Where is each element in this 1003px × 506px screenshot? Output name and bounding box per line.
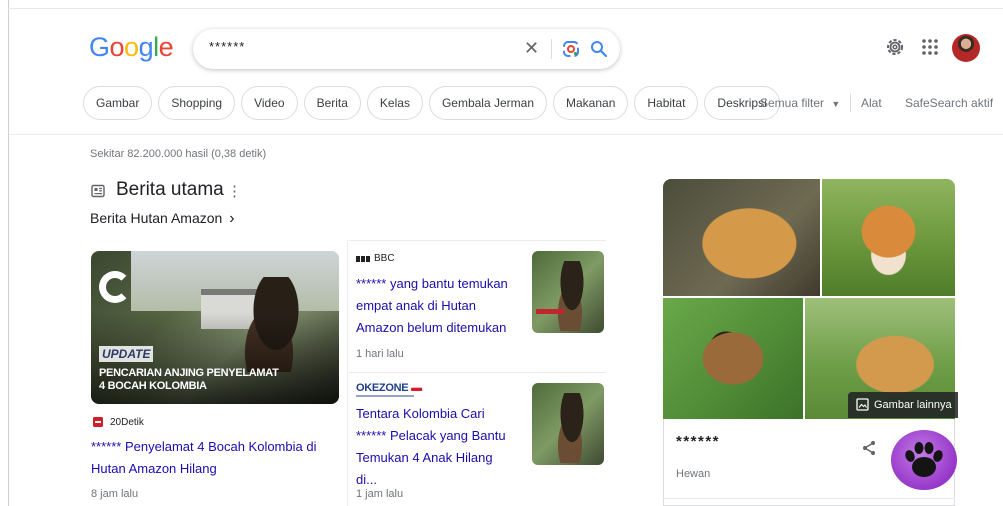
side-story-1-source: BBC: [374, 253, 395, 264]
knowledge-panel-title: ******: [676, 433, 721, 450]
story-divider-middle: [349, 372, 606, 373]
search-icon[interactable]: [589, 39, 609, 59]
main-story-time: 8 jam lalu: [91, 488, 139, 500]
kp-image-1[interactable]: [663, 179, 820, 296]
chip-kelas[interactable]: Kelas: [366, 86, 423, 120]
tools-button[interactable]: Alat: [861, 96, 882, 110]
logo-letter: G: [89, 32, 110, 62]
logo-letter: o: [124, 32, 139, 62]
close-icon[interactable]: ✕: [524, 38, 539, 59]
window-border-top: [8, 8, 1003, 9]
bbc-logo-icon: [356, 256, 370, 262]
more-images-label: Gambar lainnya: [874, 399, 952, 411]
okezone-tagline-bar: [356, 395, 414, 397]
more-options-icon[interactable]: ⋮: [227, 182, 242, 200]
safesearch-button[interactable]: SafeSearch aktif: [905, 96, 993, 110]
top-stories-subtitle: Berita Hutan Amazon: [90, 210, 223, 226]
story-column-divider: [347, 240, 348, 506]
avatar[interactable]: [952, 34, 980, 62]
logo-letter: g: [138, 32, 154, 62]
search-box[interactable]: ****** ✕: [193, 29, 620, 69]
side-story-2-thumbnail[interactable]: [532, 383, 604, 465]
top-stories-title: Berita utama: [116, 179, 224, 200]
image-icon: [856, 398, 869, 411]
chip-berita[interactable]: Berita: [303, 86, 361, 120]
chip-habitat[interactable]: Habitat: [634, 86, 699, 120]
all-filters-button[interactable]: Semua filter ▼: [760, 96, 840, 110]
side-story-2-title[interactable]: Tentara Kolombia Cari ****** Pelacak yan…: [356, 403, 516, 491]
chip-gembala-jerman[interactable]: Gembala Jerman: [428, 86, 547, 120]
thumb-headline-line-2: 4 BOCAH KOLOMBIA: [99, 380, 207, 392]
result-stats: Sekitar 82.200.000 hasil (0,38 detik): [90, 148, 267, 160]
google-lens-icon[interactable]: [561, 39, 581, 59]
logo-letter: o: [109, 32, 125, 62]
caret-down-icon: ▼: [831, 99, 841, 109]
paw-icon: [905, 442, 943, 477]
logo-letter: e: [158, 32, 174, 62]
header-divider: [9, 134, 1003, 135]
search-filter-chips: Gambar Shopping Video Berita Kelas Gemba…: [83, 86, 780, 120]
side-story-2-time: 1 jam lalu: [356, 488, 404, 500]
knowledge-panel-images: [663, 179, 955, 419]
chip-shopping[interactable]: Shopping: [158, 86, 236, 120]
apps-grid-icon[interactable]: [919, 36, 941, 58]
search-divider: [551, 39, 552, 59]
okezone-logo-text: OKEZONE: [356, 382, 409, 394]
google-logo[interactable]: Google: [89, 30, 174, 64]
newspaper-icon: [91, 184, 105, 198]
gear-icon[interactable]: [884, 36, 906, 58]
knowledge-panel-subtitle: Hewan: [676, 468, 711, 480]
top-stories-subtitle-link[interactable]: Berita Hutan Amazon ›: [90, 210, 235, 228]
filter-divider: [850, 94, 851, 112]
okezone-logo: OKEZONE ▬: [356, 382, 422, 394]
kp-image-3[interactable]: [663, 298, 803, 419]
search-input[interactable]: ******: [209, 39, 245, 54]
window-border-left: [8, 0, 9, 506]
thumb-news-tag: [536, 309, 564, 314]
side-story-1-time: 1 hari lalu: [356, 348, 404, 360]
main-story-source: 20Detik: [110, 417, 144, 428]
story-divider-top: [349, 240, 606, 241]
thumb-update-label: UPDATE: [99, 346, 154, 362]
knowledge-panel-divider: [663, 498, 955, 499]
thumb-headline-line-1: PENCARIAN ANJING PENYELAMAT: [99, 367, 279, 379]
thumb-dog: [552, 261, 592, 331]
kp-image-2[interactable]: [822, 179, 955, 296]
okezone-mark: ▬: [411, 382, 422, 394]
share-icon[interactable]: [861, 440, 877, 456]
channel-logo: [99, 271, 131, 303]
source-20detik-icon: [93, 417, 103, 427]
side-story-1-title[interactable]: ****** yang bantu temukan empat anak di …: [356, 273, 516, 339]
chip-gambar[interactable]: Gambar: [83, 86, 153, 120]
chevron-right-icon: ›: [229, 210, 235, 227]
chip-video[interactable]: Video: [241, 86, 298, 120]
main-story-title[interactable]: ****** Penyelamat 4 Bocah Kolombia di Hu…: [91, 436, 331, 480]
side-story-1-thumbnail[interactable]: [532, 251, 604, 333]
all-filters-label: Semua filter: [760, 96, 825, 110]
main-story-thumbnail[interactable]: UPDATE PENCARIAN ANJING PENYELAMAT 4 BOC…: [91, 251, 339, 404]
chip-makanan[interactable]: Makanan: [553, 86, 629, 120]
paw-badge[interactable]: [891, 430, 957, 490]
thumb-dog: [552, 393, 592, 463]
